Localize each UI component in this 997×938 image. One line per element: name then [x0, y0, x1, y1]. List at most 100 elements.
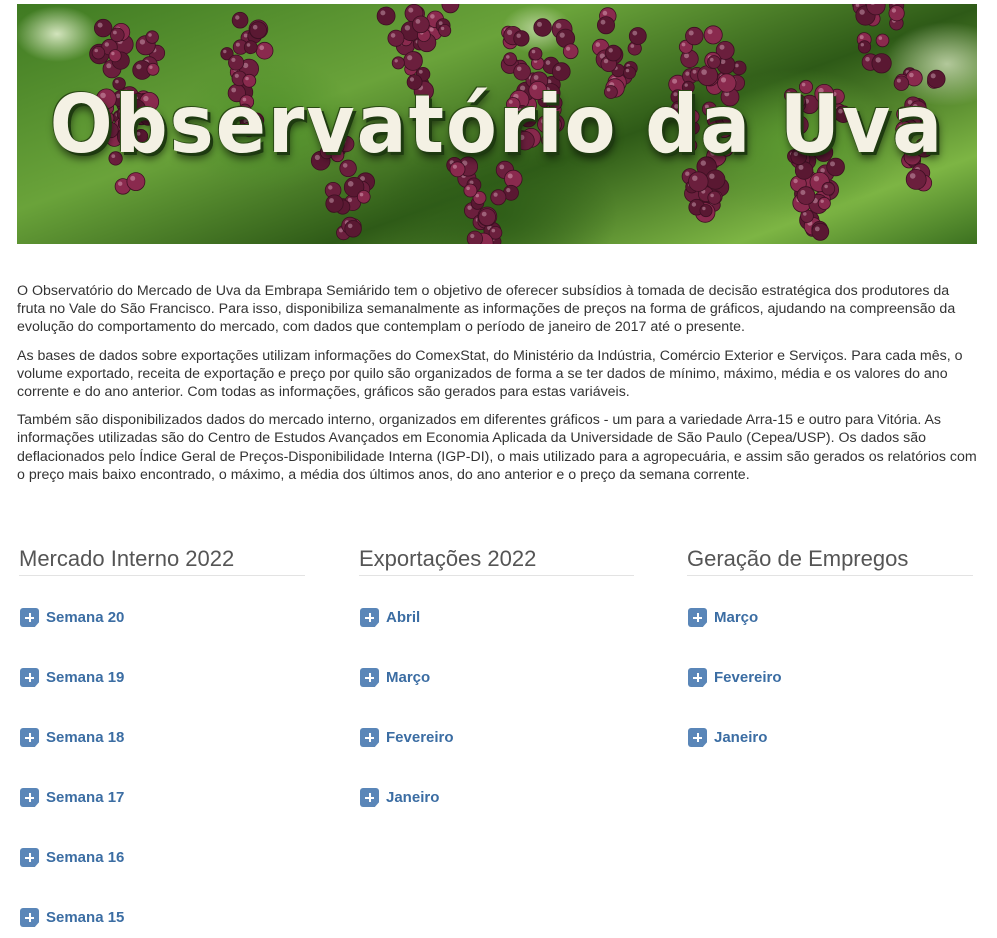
grape-berry — [356, 190, 371, 204]
month-link[interactable]: Janeiro — [685, 728, 767, 747]
plus-icon — [20, 668, 39, 687]
plus-icon — [20, 848, 39, 867]
plus-icon — [20, 608, 39, 627]
grape-berry — [628, 27, 647, 45]
grape-berry — [255, 41, 274, 60]
grape-highlight — [430, 14, 435, 19]
grape-berry — [623, 66, 637, 80]
grape-berry — [126, 172, 146, 192]
list-item: Abril — [357, 578, 634, 638]
grape-highlight — [875, 57, 881, 63]
grape-highlight — [813, 176, 820, 182]
grape-highlight — [94, 48, 98, 53]
grape-highlight — [909, 173, 916, 179]
list-item: Janeiro — [357, 758, 634, 818]
list-item: Janeiro — [685, 698, 973, 758]
grape-highlight — [681, 42, 686, 47]
grape-berry — [513, 30, 530, 47]
item-label: Março — [714, 609, 759, 626]
grape-highlight — [252, 24, 258, 30]
grape-highlight — [531, 49, 536, 54]
intro-text: O Observatório do Mercado de Uva da Embr… — [17, 282, 979, 494]
grape-highlight — [491, 228, 496, 233]
grape-highlight — [691, 202, 697, 207]
grape-highlight — [418, 69, 423, 74]
week-link[interactable]: Semana 17 — [17, 788, 124, 807]
grape-highlight — [860, 43, 864, 47]
grape-highlight — [814, 226, 820, 232]
plus-icon — [688, 728, 707, 747]
grape-berry — [93, 18, 113, 38]
list-item: Semana 16 — [17, 818, 305, 878]
grape-berry — [391, 56, 405, 70]
grape-highlight — [859, 9, 865, 15]
week-link[interactable]: Semana 19 — [17, 668, 124, 687]
grape-highlight — [516, 33, 521, 38]
plus-icon — [360, 608, 379, 627]
grape-highlight — [625, 68, 630, 73]
grape-highlight — [130, 175, 136, 181]
grape-berry — [108, 49, 122, 63]
grape-highlight — [136, 64, 142, 70]
grape-highlight — [149, 65, 153, 69]
month-link[interactable]: Janeiro — [357, 788, 439, 807]
grape-berry — [811, 222, 830, 241]
grape-berry — [503, 52, 518, 67]
grape-highlight — [440, 26, 445, 31]
grape-berry — [478, 208, 497, 227]
grape-berry — [605, 44, 622, 62]
grape-highlight — [347, 197, 353, 203]
grape-highlight — [329, 198, 334, 203]
grape-highlight — [506, 188, 511, 193]
grape-highlight — [359, 192, 364, 197]
month-link[interactable]: Abril — [357, 608, 420, 627]
grape-highlight — [608, 48, 613, 53]
grape-highlight — [470, 233, 475, 239]
item-label: Abril — [386, 609, 421, 626]
month-link[interactable]: Março — [685, 608, 758, 627]
grape-berry — [562, 43, 579, 60]
list-item: Março — [685, 578, 973, 638]
grape-highlight — [595, 42, 601, 47]
grape-berry — [817, 196, 831, 210]
grape-highlight — [710, 193, 714, 198]
grape-highlight — [878, 36, 883, 40]
grape-highlight — [97, 22, 103, 28]
grape-highlight — [234, 73, 239, 78]
empregos-list: Março Fevereiro Janeiro — [685, 578, 973, 758]
grape-highlight — [537, 21, 542, 27]
grape-berry — [888, 5, 905, 22]
week-link[interactable]: Semana 16 — [17, 848, 124, 867]
grape-berry — [707, 190, 722, 205]
item-label: Semana 18 — [46, 729, 125, 746]
grape-berry — [110, 27, 125, 43]
grape-highlight — [688, 30, 694, 36]
plus-icon — [360, 668, 379, 687]
item-label: Fevereiro — [714, 669, 782, 686]
month-link[interactable]: Fevereiro — [357, 728, 454, 747]
month-link[interactable]: Fevereiro — [685, 668, 782, 687]
grape-berry — [403, 51, 423, 71]
month-link[interactable]: Março — [357, 668, 430, 687]
grape-highlight — [803, 212, 807, 216]
plus-icon — [688, 668, 707, 687]
intro-paragraph: O Observatório do Mercado de Uva da Embr… — [17, 283, 956, 336]
grape-berry — [249, 21, 268, 39]
item-label: Semana 17 — [46, 789, 125, 806]
list-item: Fevereiro — [685, 638, 973, 698]
week-link[interactable]: Semana 20 — [17, 608, 124, 627]
week-link[interactable]: Semana 18 — [17, 728, 124, 747]
grape-berry — [703, 25, 723, 45]
grape-berry — [387, 29, 405, 47]
week-link[interactable]: Semana 15 — [17, 908, 124, 927]
grape-highlight — [507, 173, 513, 179]
grape-berry — [376, 6, 396, 26]
grape-highlight — [408, 7, 414, 13]
grape-highlight — [555, 66, 561, 71]
grape-highlight — [394, 59, 398, 63]
grape-berry — [91, 46, 106, 60]
grape-highlight — [684, 53, 689, 59]
grape-berry — [707, 55, 721, 69]
grape-berry — [699, 204, 713, 218]
grape-highlight — [734, 63, 739, 68]
